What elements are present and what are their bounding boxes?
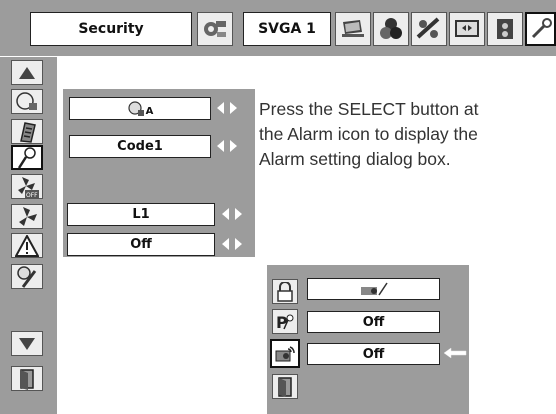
warning-setting-field[interactable]: Off: [67, 233, 215, 256]
input-source-label: SVGA 1: [243, 12, 331, 46]
exit-icon[interactable]: [272, 374, 298, 399]
image-adjust-icon[interactable]: [411, 12, 447, 46]
svg-text:OFF: OFF: [26, 192, 38, 199]
left-right-arrows-icon[interactable]: [216, 139, 238, 153]
exit-icon[interactable]: [11, 366, 43, 391]
fan-icon[interactable]: [11, 204, 43, 229]
fan-off-icon[interactable]: OFF: [11, 174, 43, 199]
move-down-icon[interactable]: [11, 331, 43, 356]
color-adjust-icon[interactable]: [373, 12, 409, 46]
alarm-icon[interactable]: [11, 145, 43, 170]
left-right-arrows-icon[interactable]: [221, 237, 243, 251]
pin-code-alarm-field[interactable]: Off: [307, 311, 440, 333]
sensor-alarm-field[interactable]: Off: [307, 343, 440, 365]
lamp-icon[interactable]: [11, 89, 43, 114]
alarm-sensor-icon[interactable]: [270, 339, 300, 368]
image-select-icon[interactable]: [335, 12, 371, 46]
pin-code-icon[interactable]: P: [272, 309, 298, 334]
pointer-arrow-icon: [443, 347, 467, 359]
left-right-arrows-icon[interactable]: [221, 207, 243, 221]
lamp-icon: [128, 100, 144, 116]
alarm-status-field[interactable]: [307, 278, 440, 300]
setting-icon[interactable]: [525, 12, 556, 46]
pc-adjust-icon[interactable]: [197, 12, 233, 46]
instruction-text: Press the SELECT button at the Alarm ico…: [259, 97, 556, 172]
lamp-setting-field[interactable]: A: [69, 97, 211, 120]
instruction-line: Alarm setting dialog box.: [259, 149, 451, 169]
sound-icon[interactable]: [487, 12, 523, 46]
instruction-line: the Alarm icon to display the: [259, 124, 478, 144]
settings-wrench-icon[interactable]: [11, 264, 43, 289]
fan-control-field[interactable]: L1: [67, 203, 215, 226]
instruction-line: Press the SELECT button at: [259, 99, 479, 119]
keypad-lock-icon[interactable]: [11, 119, 43, 144]
screen-icon[interactable]: [449, 12, 485, 46]
lock-icon[interactable]: [272, 279, 298, 304]
projector-alarm-icon: [360, 282, 388, 296]
move-up-icon[interactable]: [11, 60, 43, 85]
key-lock-field[interactable]: Code1: [69, 135, 211, 158]
left-right-arrows-icon[interactable]: [216, 101, 238, 115]
lamp-setting-value: A: [145, 106, 154, 117]
warning-icon[interactable]: [11, 233, 43, 258]
menu-title: Security: [30, 12, 192, 46]
